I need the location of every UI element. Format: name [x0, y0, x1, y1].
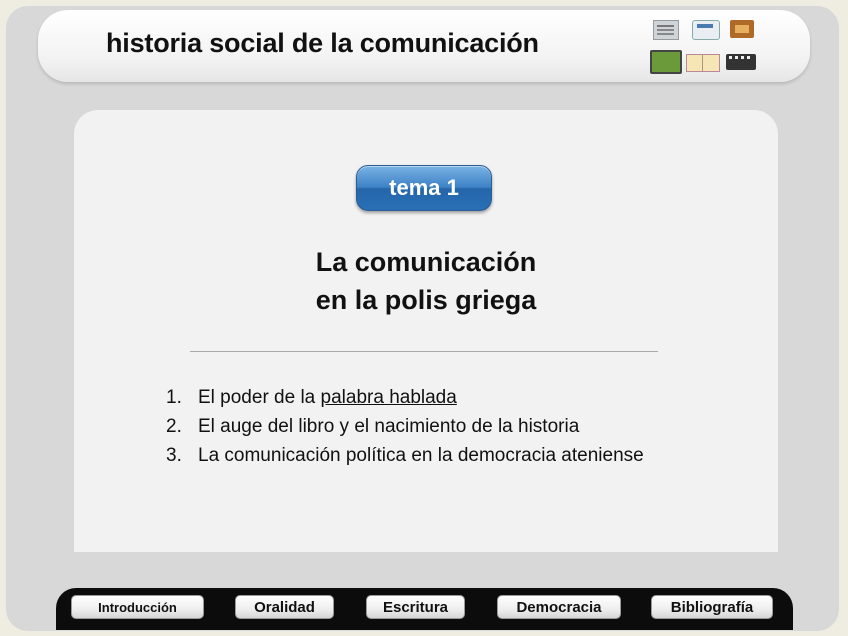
topic-title: La comunicación en la polis griega: [74, 243, 778, 319]
nav-button-oralidad[interactable]: Oralidad: [235, 595, 334, 619]
header-bar: historia social de la comunicación: [38, 10, 810, 82]
television-icon: [650, 50, 682, 74]
outline-number: 2.: [166, 416, 182, 437]
outline-text: La comunicación política en la democraci…: [198, 445, 644, 466]
box-icon: [730, 20, 754, 38]
radio-icon: [692, 20, 720, 40]
book-icon: [686, 54, 720, 72]
newspaper-icon: [653, 20, 679, 40]
palabra-hablada-link[interactable]: palabra hablada: [321, 387, 457, 408]
outline-number: 1.: [166, 387, 182, 408]
nav-button-bibliografia[interactable]: Bibliografía: [651, 595, 773, 619]
topic-button[interactable]: tema 1: [356, 165, 492, 211]
film-icon: [726, 54, 756, 70]
topic-outline: 1. El poder de la palabra hablada 2. El au…: [166, 383, 644, 470]
outline-text: El poder de la: [198, 387, 321, 408]
media-icons-group: [648, 16, 758, 74]
outline-item: 1. El poder de la palabra hablada: [166, 383, 644, 412]
outline-item: 2. El auge del libro y el nacimiento de l…: [166, 412, 644, 441]
nav-button-escritura[interactable]: Escritura: [366, 595, 465, 619]
app-title: historia social de la comunicación: [106, 28, 539, 58]
outline-text: El auge del libro y el nacimiento de la …: [198, 416, 580, 437]
topic-title-line-1: La comunicación: [315, 247, 537, 277]
nav-button-democracia[interactable]: Democracia: [497, 595, 621, 619]
nav-button-introduccion[interactable]: Introducción: [71, 595, 204, 619]
topic-title-line-2: en la polis griega: [315, 285, 537, 315]
divider: [190, 351, 658, 352]
outline-number: 3.: [166, 445, 182, 466]
outline-item: 3. La comunicación política en la democra…: [166, 441, 644, 470]
